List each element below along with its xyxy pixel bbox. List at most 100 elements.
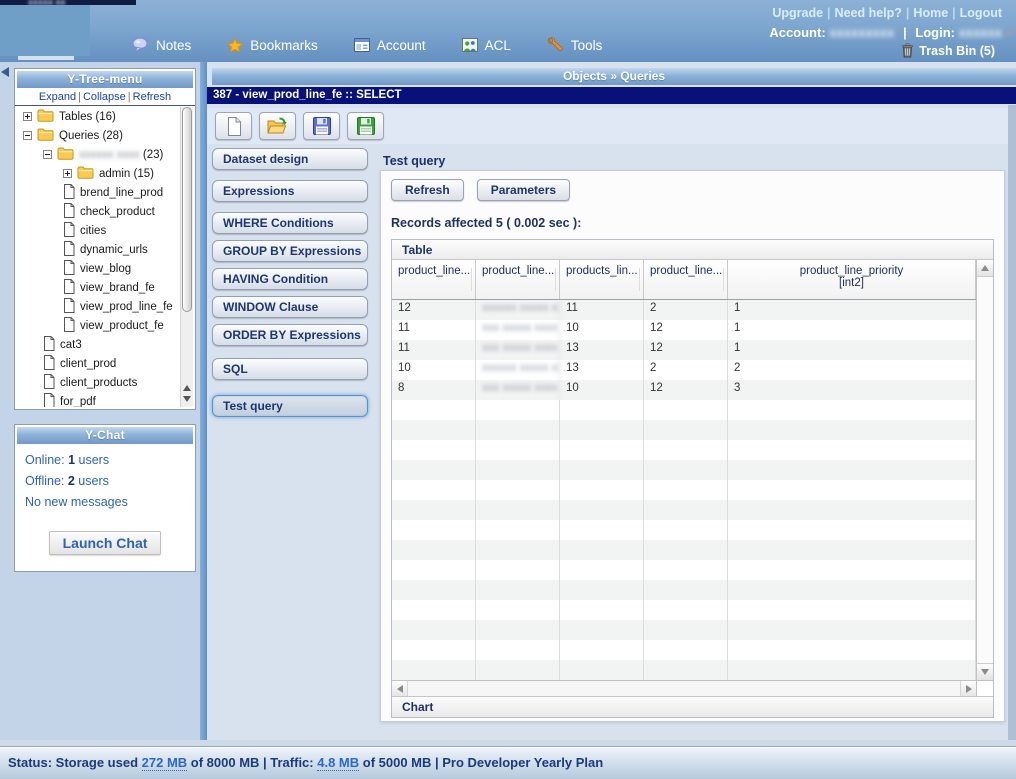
table-row[interactable]: 11xxx xxxxx xxxx x13121 — [392, 340, 976, 360]
tree-item-view-brand-fe[interactable]: view_brand_fe — [17, 278, 178, 297]
offline-label: Offline: — [25, 474, 64, 488]
grid-horizontal-scrollbar[interactable] — [392, 680, 993, 696]
query-action-buttons: Refresh Parameters — [391, 179, 994, 201]
save-as-button[interactable] — [347, 112, 384, 140]
section-button-sql[interactable]: SQL — [212, 358, 368, 380]
traffic-used-link[interactable]: 4.8 MB — [317, 755, 359, 771]
scroll-down-icon — [981, 669, 989, 675]
table-cell — [476, 420, 560, 440]
collapse-toggle-icon[interactable] — [23, 131, 32, 140]
section-button-expressions[interactable]: Expressions — [212, 180, 368, 202]
grid-scroll-right-button[interactable] — [960, 681, 976, 696]
grid-vscroll-track[interactable] — [977, 277, 993, 663]
tree-item-view-product-fe[interactable]: view_product_fe — [17, 316, 178, 335]
table-cell — [560, 600, 644, 620]
quick-link-home[interactable]: Home — [913, 6, 948, 20]
section-button-test-query[interactable]: Test query — [212, 395, 368, 417]
tree-item-view-blog[interactable]: view_blog — [17, 259, 178, 278]
column-header-5[interactable]: product_line_priority[int2] — [728, 260, 976, 299]
trash-icon — [901, 43, 914, 58]
logo-block — [0, 5, 90, 56]
folder-icon — [77, 165, 94, 182]
expand-toggle-icon[interactable] — [23, 112, 32, 121]
tree-item-brend-line-prod[interactable]: brend_line_prod — [17, 183, 178, 202]
tree-item-admin-15[interactable]: admin (15) — [17, 164, 178, 183]
tree-scrollbar-thumb[interactable] — [182, 107, 192, 312]
new-query-button[interactable] — [215, 112, 252, 140]
grid-hscroll-track[interactable] — [408, 681, 960, 696]
section-button-order-by-expressions[interactable]: ORDER BY Expressions — [212, 324, 368, 346]
tree-item-cities[interactable]: cities — [17, 221, 178, 240]
table-section-header[interactable]: Table — [392, 240, 993, 260]
tree-action-refresh[interactable]: Refresh — [133, 91, 172, 103]
trash-bin-label: Trash Bin (5) — [919, 44, 995, 58]
table-row[interactable]: 12xxxxxx xxxxx xxxx1121 — [392, 300, 976, 320]
tree-item-dynamic-urls[interactable]: dynamic_urls — [17, 240, 178, 259]
storage-used-link[interactable]: 272 MB — [142, 755, 188, 771]
table-row[interactable]: 11xxx xxxxx xxxx x10121 — [392, 320, 976, 340]
column-header-3[interactable]: products_lin... — [560, 260, 644, 299]
collapse-toggle-icon[interactable] — [43, 150, 52, 159]
tree-item-queries-28[interactable]: Queries (28) — [17, 126, 178, 145]
refresh-button[interactable]: Refresh — [391, 179, 464, 201]
nav-item-notes[interactable]: Notes — [132, 37, 191, 53]
nav-item-account[interactable]: Account — [354, 38, 426, 53]
quick-link-upgrade[interactable]: Upgrade — [772, 6, 823, 20]
sidebar-collapse-arrow[interactable] — [1, 67, 9, 77]
tree-item-cat3[interactable]: cat3 — [17, 335, 178, 354]
table-cell — [560, 560, 644, 580]
table-cell: 1 — [728, 300, 976, 320]
table-cell — [476, 640, 560, 660]
section-button-window-clause[interactable]: WINDOW Clause — [212, 296, 368, 318]
section-button-dataset-design[interactable]: Dataset design — [212, 148, 368, 170]
expand-toggle-icon[interactable] — [63, 169, 72, 178]
tree-item-client-prod[interactable]: client_prod — [17, 354, 178, 373]
column-header-4[interactable]: product_line... — [644, 260, 728, 299]
save-button[interactable] — [303, 112, 340, 140]
online-label: Online: — [25, 453, 65, 467]
tree-action-expand[interactable]: Expand — [39, 91, 76, 103]
launch-chat-button[interactable]: Launch Chat — [49, 531, 162, 555]
grid-scroll-down-button[interactable] — [977, 663, 993, 680]
tree-action-collapse[interactable]: Collapse — [83, 91, 126, 103]
trash-bin-link[interactable]: Trash Bin (5) — [901, 43, 995, 58]
tree-item-tables-16[interactable]: Tables (16) — [17, 107, 178, 126]
tree-item-label: check_product — [80, 206, 155, 218]
quick-link-need-help[interactable]: Need help? — [835, 6, 902, 20]
table-cell — [560, 500, 644, 520]
table-cell — [644, 400, 728, 420]
chart-section-header[interactable]: Chart — [392, 696, 993, 717]
page-scroll-up-arrow[interactable] — [1004, 28, 1014, 35]
tree-scrollbar[interactable] — [180, 107, 193, 407]
tree-item-redacted[interactable]: xxxxxx xxxx (23) — [17, 145, 178, 164]
grid-vertical-scrollbar[interactable] — [976, 260, 993, 680]
table-row[interactable]: 10xxxxxx xxxxx xxx1322 — [392, 360, 976, 380]
tree-item-check-product[interactable]: check_product — [17, 202, 178, 221]
quick-link-logout[interactable]: Logout — [960, 6, 1002, 20]
section-button-having-condition[interactable]: HAVING Condition — [212, 268, 368, 290]
table-row[interactable]: 8xxx xxxxx xxxx x10123 — [392, 380, 976, 400]
column-header-2[interactable]: product_line... — [476, 260, 560, 299]
tree-item-for-pdf[interactable]: for_pdf — [17, 392, 178, 407]
grid-scroll-up-button[interactable] — [977, 260, 993, 277]
section-button-where-conditions[interactable]: WHERE Conditions — [212, 212, 368, 234]
tree-item-client-products[interactable]: client_products — [17, 373, 178, 392]
tree-scroll-up-icon[interactable] — [183, 385, 191, 391]
table-cell: 2 — [644, 300, 728, 320]
column-header-1[interactable]: product_line... — [392, 260, 476, 299]
parameters-button[interactable]: Parameters — [477, 179, 570, 201]
nav-item-acl[interactable]: ACL — [462, 38, 511, 53]
bookmarks-icon — [227, 38, 243, 53]
table-cell — [560, 640, 644, 660]
tree-item-view-prod-line-fe[interactable]: view_prod_line_fe — [17, 297, 178, 316]
section-button-group-by-expressions[interactable]: GROUP BY Expressions — [212, 240, 368, 262]
content-heading: Test query — [383, 154, 445, 168]
sidebar-splitter[interactable] — [200, 62, 207, 740]
tree-scroll-down-icon[interactable] — [183, 396, 191, 402]
grid-scroll-left-button[interactable] — [392, 681, 408, 696]
open-button[interactable] — [259, 112, 296, 140]
nav-item-tools[interactable]: Tools — [547, 37, 603, 53]
table-cell — [560, 440, 644, 460]
table-cell: 10 — [392, 360, 476, 380]
nav-item-bookmarks[interactable]: Bookmarks — [227, 38, 318, 53]
